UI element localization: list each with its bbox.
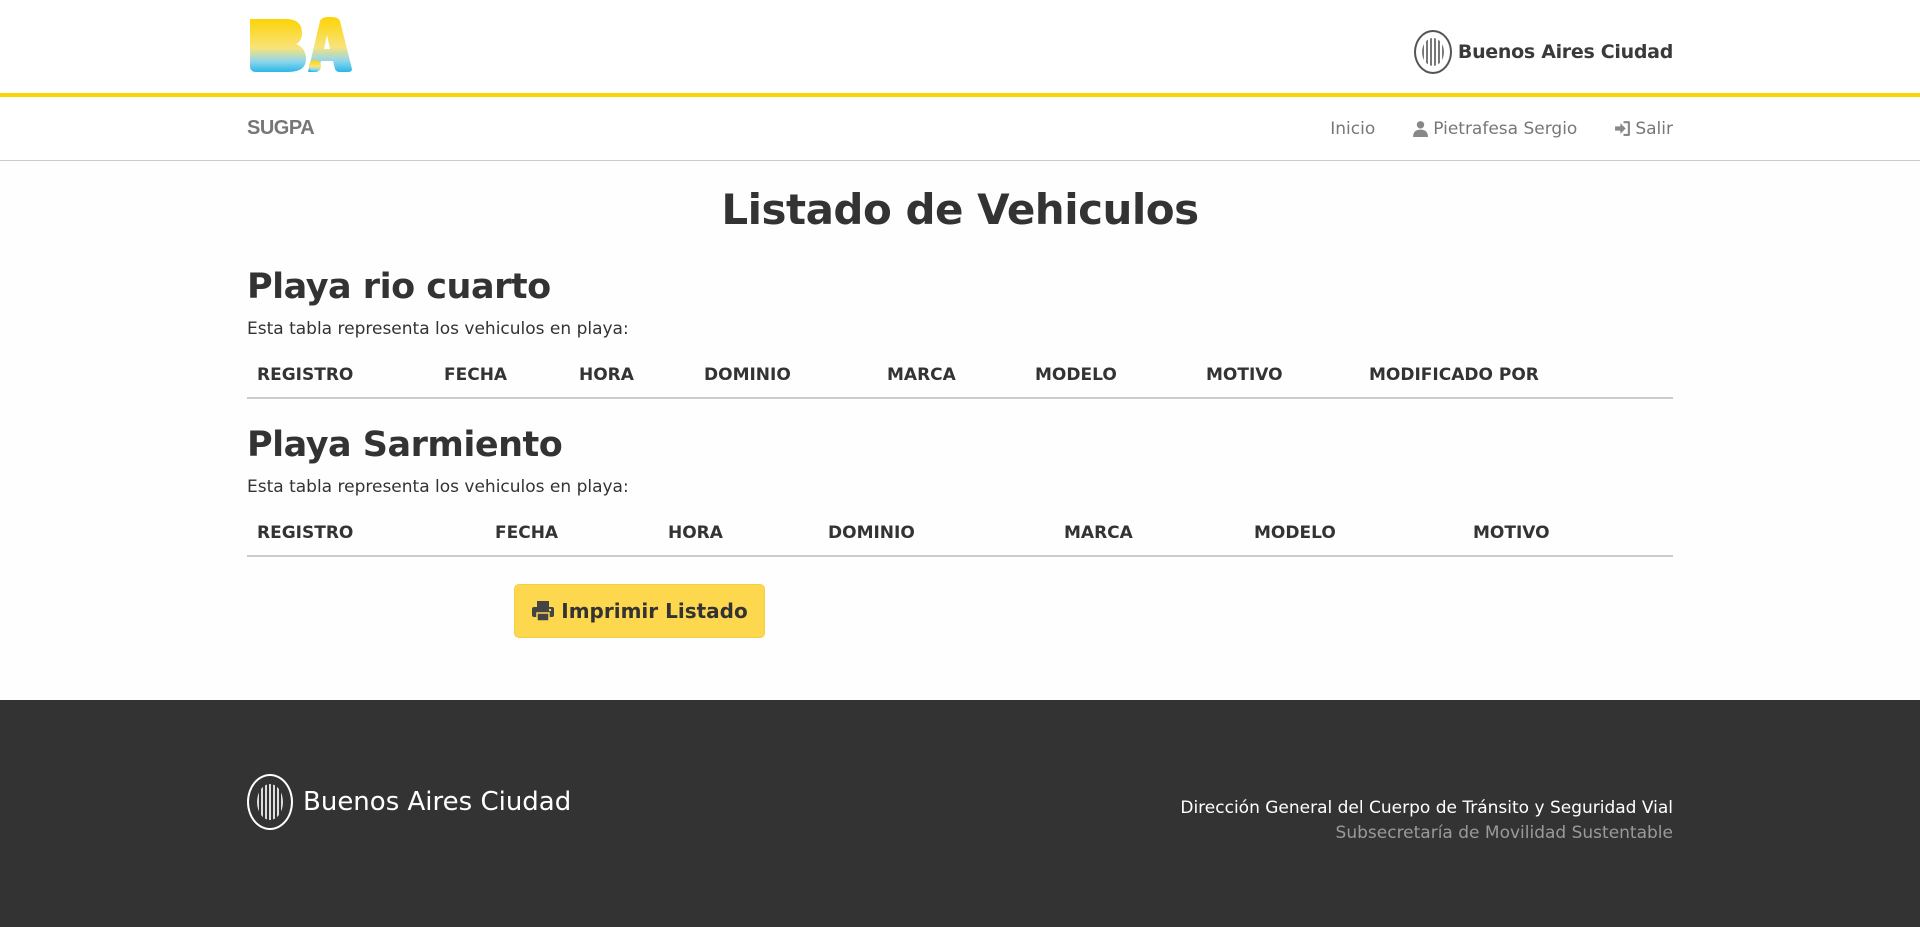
nav-link-label: Pietrafesa Sergio bbox=[1433, 118, 1578, 139]
nav-link-label: Inicio bbox=[1330, 118, 1376, 139]
column-header-motivo[interactable]: MOTIVO bbox=[1463, 515, 1673, 557]
footer-brand-text: Buenos Aires Ciudad bbox=[303, 787, 572, 817]
table-header-row: REGISTRO FECHA HORA DOMINIO MARCA MODELO… bbox=[247, 515, 1673, 557]
nav-link-inicio[interactable]: Inicio bbox=[1330, 119, 1375, 139]
footer-line-1: Dirección General del Cuerpo de Tránsito… bbox=[1180, 798, 1673, 818]
nav-link-label: Salir bbox=[1635, 118, 1673, 139]
user-icon bbox=[1413, 121, 1429, 137]
footer-department: Dirección General del Cuerpo de Tránsito… bbox=[1180, 796, 1673, 846]
city-brand-text: Buenos Aires Ciudad bbox=[1457, 41, 1673, 63]
footer: Buenos Aires Ciudad Dirección General de… bbox=[0, 700, 1920, 927]
column-header-modelo[interactable]: MODELO bbox=[1244, 515, 1463, 557]
footer-line-2: Subsecretaría de Movilidad Sustentable bbox=[1335, 823, 1673, 843]
ba-logo[interactable] bbox=[248, 17, 352, 74]
app-brand[interactable]: SUGPA bbox=[247, 117, 315, 140]
table-header-row: REGISTRO FECHA HORA DOMINIO MARCA MODELO… bbox=[247, 357, 1673, 399]
column-header-marca[interactable]: MARCA bbox=[1054, 515, 1244, 557]
column-header-marca[interactable]: MARCA bbox=[877, 357, 1025, 399]
column-header-dominio[interactable]: DOMINIO bbox=[694, 357, 877, 399]
city-brand[interactable]: Buenos Aires Ciudad bbox=[1413, 30, 1673, 74]
sign-in-icon bbox=[1615, 121, 1631, 136]
vehicles-table-rio-cuarto: REGISTRO FECHA HORA DOMINIO MARCA MODELO… bbox=[247, 357, 1673, 399]
print-icon bbox=[532, 601, 555, 622]
top-header: Buenos Aires Ciudad bbox=[0, 0, 1920, 97]
page-title: Listado de Vehiculos bbox=[721, 185, 1199, 234]
print-list-button[interactable]: Imprimir Listado bbox=[514, 584, 765, 638]
nav-link-user[interactable]: Pietrafesa Sergio bbox=[1412, 119, 1577, 139]
column-header-registro[interactable]: REGISTRO bbox=[247, 357, 434, 399]
city-seal-icon bbox=[1413, 30, 1452, 74]
section-title-sarmiento: Playa Sarmiento bbox=[247, 425, 563, 465]
column-header-fecha[interactable]: FECHA bbox=[485, 515, 658, 557]
vehicles-table-sarmiento: REGISTRO FECHA HORA DOMINIO MARCA MODELO… bbox=[247, 515, 1673, 557]
column-header-hora[interactable]: HORA bbox=[658, 515, 818, 557]
section-title-rio-cuarto: Playa rio cuarto bbox=[247, 267, 551, 307]
column-header-registro[interactable]: REGISTRO bbox=[247, 515, 485, 557]
column-header-motivo[interactable]: MOTIVO bbox=[1196, 357, 1359, 399]
column-header-hora[interactable]: HORA bbox=[569, 357, 694, 399]
city-seal-icon bbox=[247, 774, 293, 830]
navbar: SUGPA Inicio Pietrafesa Sergio Salir bbox=[0, 97, 1920, 161]
column-header-fecha[interactable]: FECHA bbox=[434, 357, 569, 399]
nav-link-salir[interactable]: Salir bbox=[1614, 119, 1673, 139]
column-header-modificado-por[interactable]: MODIFICADO POR bbox=[1359, 357, 1673, 399]
print-button-label: Imprimir Listado bbox=[561, 599, 748, 623]
column-header-modelo[interactable]: MODELO bbox=[1025, 357, 1196, 399]
table-caption: Esta tabla representa los vehiculos en p… bbox=[247, 477, 629, 497]
column-header-dominio[interactable]: DOMINIO bbox=[818, 515, 1054, 557]
main-content: Listado de Vehiculos Playa rio cuarto Es… bbox=[0, 161, 1920, 700]
table-caption: Esta tabla representa los vehiculos en p… bbox=[247, 319, 629, 339]
nav-links: Inicio Pietrafesa Sergio Salir bbox=[1330, 119, 1673, 139]
footer-brand[interactable]: Buenos Aires Ciudad bbox=[247, 774, 571, 830]
